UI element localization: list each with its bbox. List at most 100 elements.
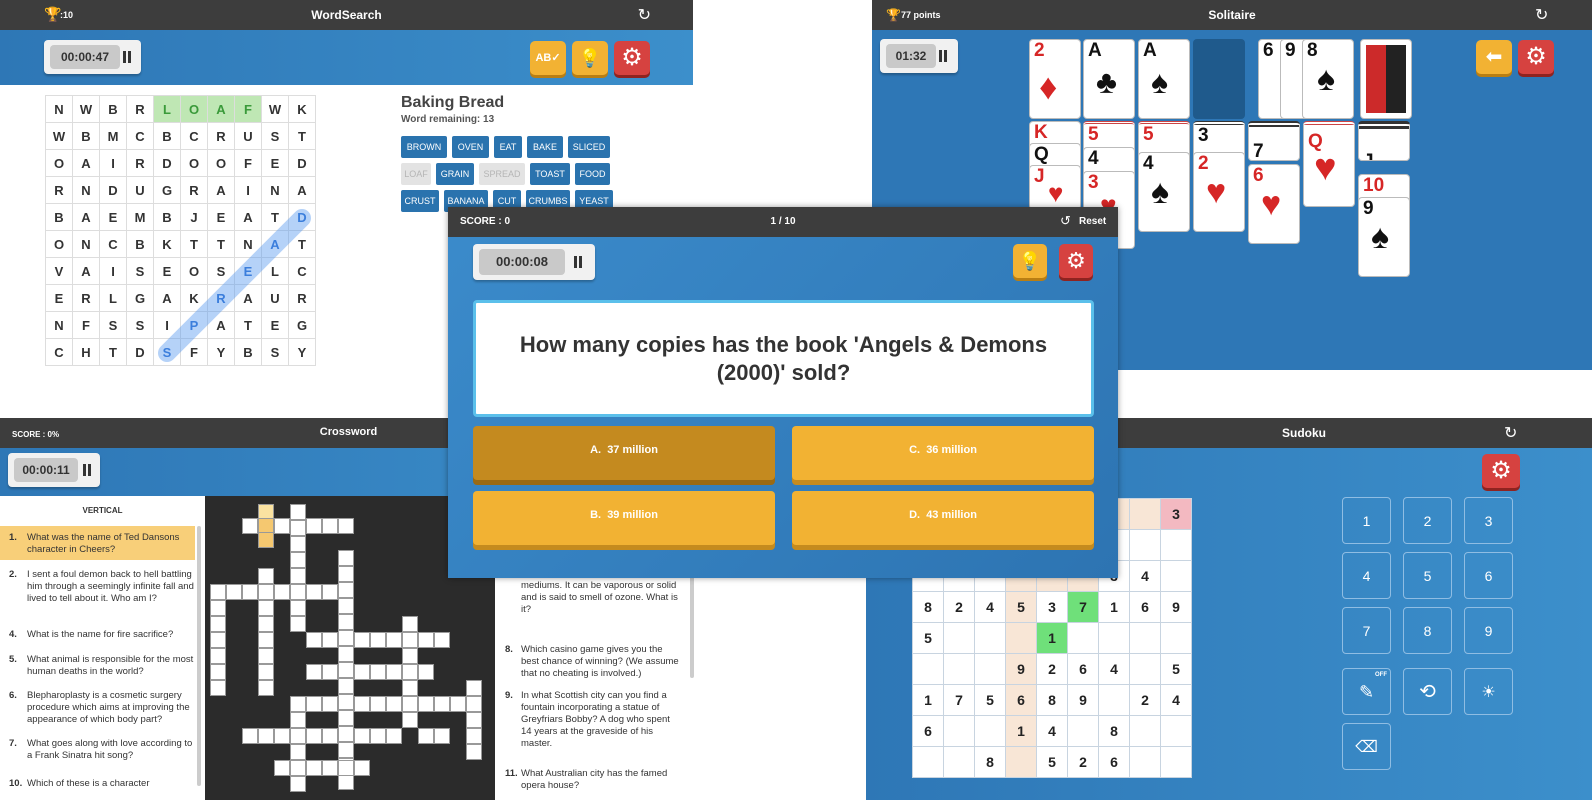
hint-button[interactable]: 💡 bbox=[572, 41, 608, 75]
sudoku-cell[interactable] bbox=[1129, 653, 1161, 685]
foundation-clubs[interactable]: A ♣ bbox=[1083, 39, 1135, 119]
crossword-cell[interactable] bbox=[290, 744, 306, 760]
crossword-cell[interactable] bbox=[322, 632, 338, 648]
tableau-card[interactable]: 4 ♠ bbox=[1138, 152, 1190, 232]
answer-a[interactable]: A. 37 million bbox=[473, 426, 775, 480]
crossword-cell[interactable] bbox=[290, 568, 306, 584]
crossword-cell[interactable] bbox=[434, 632, 450, 648]
sudoku-cell[interactable]: 7 bbox=[1067, 591, 1099, 623]
number-button-9[interactable]: 9 bbox=[1464, 607, 1513, 654]
grid-letter[interactable]: V bbox=[45, 257, 73, 285]
grid-letter[interactable]: S bbox=[126, 257, 154, 285]
sudoku-cell[interactable]: 5 bbox=[1005, 591, 1037, 623]
sudoku-cell[interactable]: 1 bbox=[1005, 715, 1037, 747]
crossword-cell[interactable] bbox=[306, 664, 322, 680]
sudoku-cell[interactable]: 2 bbox=[943, 591, 975, 623]
sudoku-cell[interactable]: 9 bbox=[1067, 684, 1099, 716]
crossword-cell[interactable] bbox=[466, 680, 482, 696]
grid-letter[interactable]: I bbox=[234, 176, 262, 204]
crossword-cell[interactable] bbox=[338, 614, 354, 630]
crossword-cell[interactable] bbox=[338, 760, 354, 776]
grid-letter[interactable]: T bbox=[261, 203, 289, 231]
scrollbar[interactable] bbox=[197, 526, 201, 786]
grid-letter[interactable]: F bbox=[234, 149, 262, 177]
grid-letter[interactable]: W bbox=[72, 95, 100, 123]
grid-letter[interactable]: S bbox=[126, 311, 154, 339]
crossword-cell[interactable] bbox=[370, 664, 386, 680]
crossword-cell[interactable] bbox=[386, 664, 402, 680]
crossword-cell[interactable] bbox=[338, 726, 354, 742]
sudoku-cell[interactable] bbox=[1129, 715, 1161, 747]
stock-pile[interactable] bbox=[1360, 39, 1412, 119]
grid-letter[interactable]: G bbox=[288, 311, 316, 339]
tableau-card[interactable]: 9 ♠ bbox=[1358, 197, 1410, 277]
crossword-cell[interactable] bbox=[274, 760, 290, 776]
crossword-cell[interactable] bbox=[290, 616, 306, 632]
sudoku-cell[interactable]: 8 bbox=[974, 746, 1006, 778]
grid-letter[interactable]: K bbox=[180, 284, 208, 312]
grid-letter[interactable]: Y bbox=[207, 338, 235, 366]
sudoku-cell[interactable] bbox=[943, 653, 975, 685]
crossword-cell[interactable] bbox=[386, 696, 402, 712]
grid-letter[interactable]: C bbox=[180, 122, 208, 150]
crossword-cell[interactable] bbox=[210, 680, 226, 696]
tableau-card[interactable]: 6 ♥ bbox=[1248, 164, 1300, 244]
number-button-7[interactable]: 7 bbox=[1342, 607, 1391, 654]
crossword-cell[interactable] bbox=[210, 584, 226, 600]
number-button-3[interactable]: 3 bbox=[1464, 497, 1513, 544]
crossword-cell[interactable] bbox=[306, 728, 322, 744]
sudoku-cell[interactable]: 9 bbox=[1005, 653, 1037, 685]
crossword-cell[interactable] bbox=[242, 518, 258, 534]
sudoku-cell[interactable]: 8 bbox=[1098, 715, 1130, 747]
grid-letter[interactable]: E bbox=[153, 257, 181, 285]
crossword-cell[interactable] bbox=[258, 584, 274, 600]
crossword-cell[interactable] bbox=[354, 632, 370, 648]
crossword-cell[interactable] bbox=[258, 648, 274, 664]
grid-letter[interactable]: F bbox=[180, 338, 208, 366]
sudoku-cell[interactable] bbox=[1067, 622, 1099, 654]
number-button-4[interactable]: 4 bbox=[1342, 552, 1391, 599]
sudoku-cell[interactable] bbox=[943, 746, 975, 778]
sudoku-cell[interactable] bbox=[1129, 498, 1161, 530]
grid-letter[interactable]: B bbox=[234, 338, 262, 366]
sudoku-cell[interactable]: 6 bbox=[1129, 591, 1161, 623]
crossword-cell[interactable] bbox=[402, 696, 418, 712]
crossword-cell[interactable] bbox=[210, 632, 226, 648]
crossword-cell[interactable] bbox=[338, 694, 354, 710]
sudoku-cell[interactable]: 7 bbox=[943, 684, 975, 716]
crossword-cell[interactable] bbox=[466, 744, 482, 760]
sudoku-cell[interactable]: 5 bbox=[1160, 653, 1192, 685]
grid-letter[interactable]: U bbox=[261, 284, 289, 312]
grid-letter[interactable]: I bbox=[99, 257, 127, 285]
wordsearch-grid[interactable]: NWBRLOAFWKWBMCBCRUSTOAIRDOOFEDRNDUGRAINA… bbox=[45, 95, 316, 366]
grid-letter[interactable]: O bbox=[45, 230, 73, 258]
foundation-spades[interactable]: A ♠ bbox=[1138, 39, 1190, 119]
crossword-cell[interactable] bbox=[258, 616, 274, 632]
grid-letter[interactable]: A bbox=[72, 203, 100, 231]
crossword-cell[interactable] bbox=[402, 616, 418, 632]
crossword-cell[interactable] bbox=[338, 742, 354, 758]
crossword-cell[interactable] bbox=[322, 518, 338, 534]
grid-letter[interactable]: A bbox=[207, 311, 235, 339]
grid-letter[interactable]: M bbox=[126, 203, 154, 231]
grid-letter[interactable]: L bbox=[261, 257, 289, 285]
grid-letter[interactable]: A bbox=[72, 257, 100, 285]
grid-letter[interactable]: R bbox=[45, 176, 73, 204]
grid-letter[interactable]: R bbox=[207, 284, 235, 312]
grid-letter[interactable]: R bbox=[126, 95, 154, 123]
sudoku-cell[interactable] bbox=[974, 622, 1006, 654]
grid-letter[interactable]: R bbox=[126, 149, 154, 177]
sudoku-cell[interactable]: 8 bbox=[1036, 684, 1068, 716]
reset-button[interactable]: Reset bbox=[1079, 216, 1106, 227]
crossword-cell[interactable] bbox=[258, 632, 274, 648]
crossword-cell[interactable] bbox=[210, 616, 226, 632]
crossword-cell[interactable] bbox=[402, 664, 418, 680]
grid-letter[interactable]: L bbox=[99, 284, 127, 312]
sudoku-cell[interactable] bbox=[1005, 746, 1037, 778]
crossword-cell[interactable] bbox=[242, 584, 258, 600]
grid-letter[interactable]: A bbox=[288, 176, 316, 204]
grid-letter[interactable]: N bbox=[234, 230, 262, 258]
clue-item[interactable]: 6. Blepharoplasty is a cosmetic surgery p… bbox=[0, 690, 195, 726]
grid-letter[interactable]: R bbox=[207, 122, 235, 150]
grid-letter[interactable]: E bbox=[207, 203, 235, 231]
